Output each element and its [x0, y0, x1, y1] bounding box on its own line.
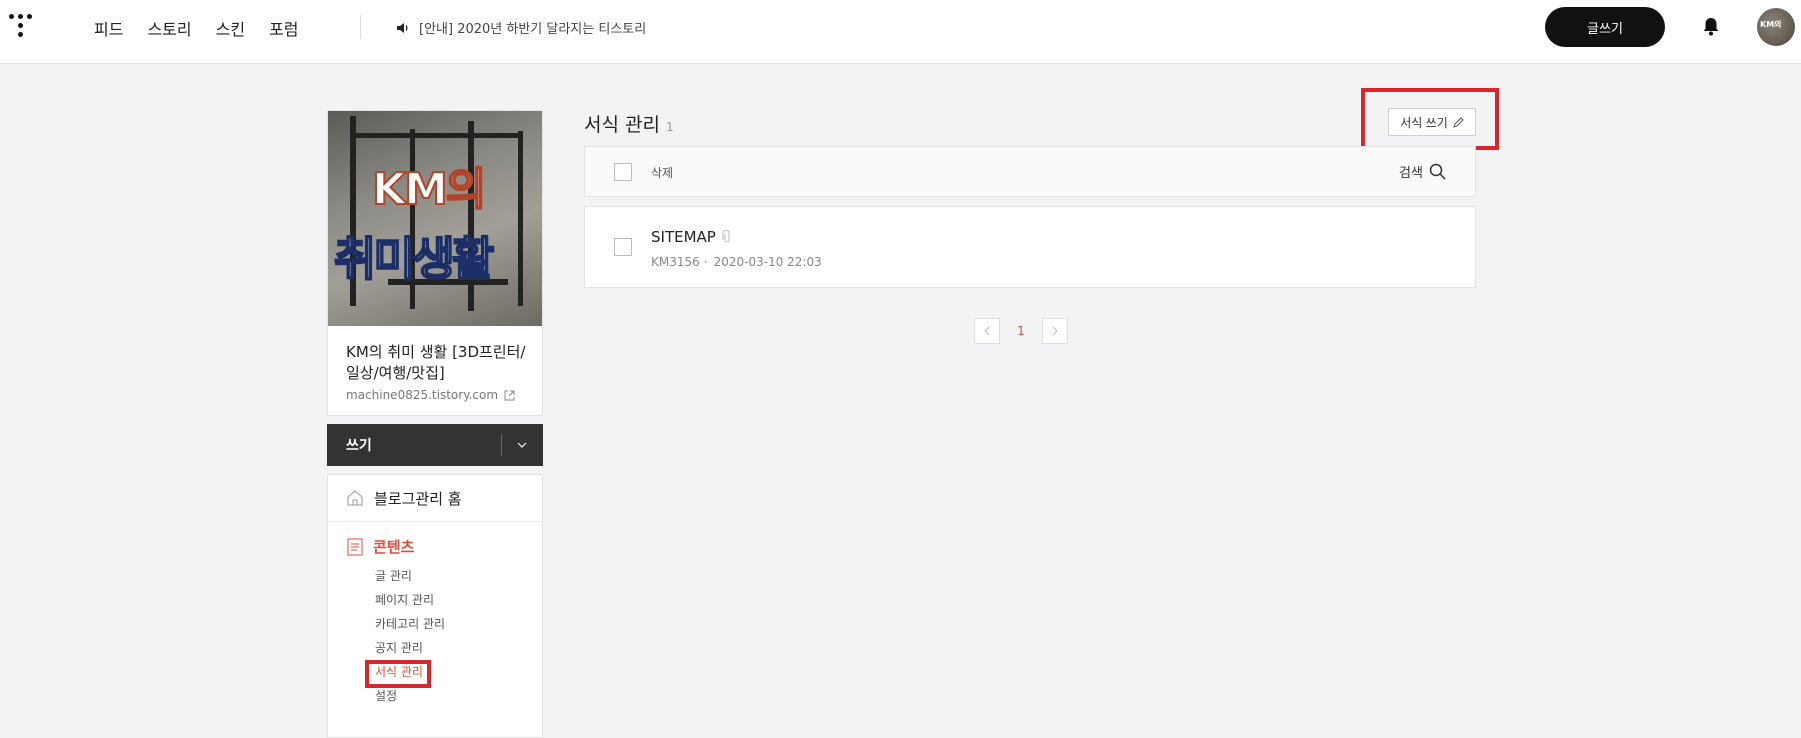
- write-dropdown[interactable]: 쓰기: [327, 424, 543, 466]
- nav-divider: [360, 15, 361, 39]
- prev-page-button[interactable]: [974, 318, 1000, 344]
- page-number-current[interactable]: 1: [1000, 324, 1042, 338]
- menu-home-label: 블로그관리 홈: [374, 489, 462, 508]
- pagination: 1: [974, 318, 1068, 344]
- delete-button[interactable]: 삭제: [651, 164, 673, 181]
- blog-url: machine0825.tistory.com: [346, 388, 499, 402]
- admin-menu: 블로그관리 홈 콘텐츠 글 관리 페이지 관리 카테고리 관리 공지 관리 서식…: [327, 474, 543, 738]
- nav-story[interactable]: 스토리: [147, 16, 191, 40]
- form-title-link[interactable]: SITEMAP: [651, 228, 732, 246]
- document-icon: [347, 538, 363, 555]
- write-dropdown-label: 쓰기: [346, 438, 372, 454]
- cover-title-line2: 취미생활: [333, 231, 495, 287]
- highlight-box-write-form: [1361, 88, 1499, 150]
- search-button[interactable]: 검색: [1399, 162, 1446, 181]
- list-header: 삭제 검색: [584, 146, 1476, 197]
- table-row: SITEMAP KM3156 · 2020-03-10 22:03: [584, 206, 1476, 288]
- page-title: 서식 관리 1: [584, 110, 674, 137]
- nav-forum[interactable]: 포럼: [269, 16, 298, 40]
- profile-avatar[interactable]: KM의: [1757, 8, 1795, 46]
- speaker-icon: [397, 22, 408, 33]
- form-author: KM3156: [651, 255, 700, 269]
- write-dropdown-divider: [501, 434, 502, 456]
- blog-cover-image[interactable]: KM의 취미생활: [328, 111, 542, 326]
- write-post-button[interactable]: 글쓰기: [1545, 7, 1665, 47]
- item-count: 1: [665, 120, 674, 134]
- search-icon: [1429, 163, 1446, 180]
- external-link-icon: [504, 390, 515, 400]
- home-icon: [347, 490, 363, 506]
- global-nav: 피드 스토리 스킨 포럼: [94, 16, 299, 40]
- menu-blog-admin-home[interactable]: 블로그관리 홈: [328, 475, 542, 522]
- row-checkbox[interactable]: [614, 238, 632, 256]
- submenu-notice-manage[interactable]: 공지 관리: [375, 636, 542, 660]
- admin-sidebar: KM의 취미생활 KM의 취미 생활 [3D프린터/일상/여행/맛집] mach…: [327, 110, 543, 738]
- tistory-logo-icon[interactable]: [9, 14, 37, 42]
- chevron-left-icon: [984, 326, 990, 336]
- meta-separator: ·: [703, 255, 708, 269]
- bell-icon[interactable]: [1700, 15, 1722, 37]
- chevron-down-icon[interactable]: [516, 439, 528, 451]
- nav-skin[interactable]: 스킨: [216, 16, 245, 40]
- notice-text: [안내] 2020년 하반기 달라지는 티스토리: [419, 22, 647, 37]
- menu-section-label: 콘텐츠: [373, 538, 415, 556]
- nav-feed[interactable]: 피드: [94, 16, 123, 40]
- blog-name[interactable]: KM의 취미 생활 [3D프린터/일상/여행/맛집]: [346, 342, 526, 384]
- form-title: SITEMAP: [651, 228, 716, 246]
- highlight-box-form-manage: [365, 660, 431, 688]
- submenu-category-manage[interactable]: 카테고리 관리: [375, 612, 542, 636]
- blog-info-card: KM의 취미생활 KM의 취미 생활 [3D프린터/일상/여행/맛집] mach…: [327, 110, 543, 416]
- page-title-text: 서식 관리: [584, 114, 660, 136]
- submenu-page-manage[interactable]: 페이지 관리: [375, 588, 542, 612]
- notice-banner[interactable]: [안내] 2020년 하반기 달라지는 티스토리: [395, 18, 646, 37]
- menu-section-contents[interactable]: 콘텐츠: [328, 536, 542, 557]
- paperclip-icon: [722, 230, 730, 243]
- select-all-checkbox[interactable]: [614, 163, 632, 181]
- submenu-post-manage[interactable]: 글 관리: [375, 564, 542, 588]
- form-date: 2020-03-10 22:03: [713, 255, 822, 269]
- blog-url-link[interactable]: machine0825.tistory.com: [346, 388, 542, 402]
- chevron-right-icon: [1052, 326, 1058, 336]
- contents-submenu: 글 관리 페이지 관리 카테고리 관리 공지 관리 서식 관리 설정: [365, 564, 542, 708]
- search-label: 검색: [1399, 166, 1423, 181]
- next-page-button[interactable]: [1042, 318, 1068, 344]
- top-navigation-bar: 피드 스토리 스킨 포럼 [안내] 2020년 하반기 달라지는 티스토리 글쓰…: [0, 0, 1801, 64]
- avatar-text: KM의: [1760, 20, 1782, 29]
- form-meta: KM3156 · 2020-03-10 22:03: [651, 255, 822, 269]
- cover-title-line1: KM의: [371, 163, 487, 216]
